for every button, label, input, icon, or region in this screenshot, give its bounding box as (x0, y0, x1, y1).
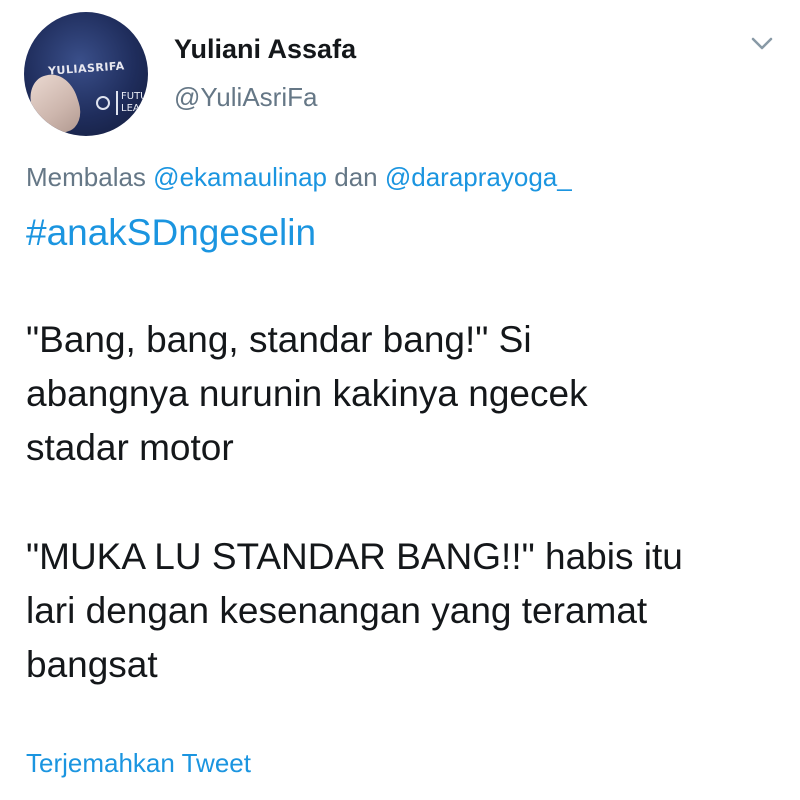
avatar-emblem-icon (96, 96, 110, 110)
author-handle[interactable]: @YuliAsriFa (174, 82, 317, 113)
tweet-line: "MUKA LU STANDAR BANG!!" habis itu (26, 536, 683, 577)
avatar-patch-line2: LEADER (121, 103, 148, 114)
tweet-line: bangsat (26, 644, 158, 685)
avatar-patch-line1: FUTURE (121, 91, 148, 102)
hashtag-link[interactable]: #anakSDngeselin (26, 212, 316, 254)
avatar[interactable]: YULIASRIFA FUTURE LEADER (24, 12, 148, 136)
reply-mention-ekamaulinap[interactable]: @ekamaulinap (153, 162, 327, 192)
tweet-line: abangnya nurunin kakinya ngecek (26, 373, 588, 414)
tweet-line: "Bang, bang, standar bang!" Si (26, 319, 532, 360)
tweet-paragraph-2: "MUKA LU STANDAR BANG!!" habis itu lari … (26, 530, 786, 692)
tweet-line: lari dengan kesenangan yang teramat (26, 590, 648, 631)
chevron-down-icon[interactable] (750, 34, 774, 54)
reply-context: Membalas @ekamaulinap dan @daraprayoga_ (26, 162, 572, 193)
avatar-badge-text: YULIASRIFA (47, 59, 126, 78)
author-display-name[interactable]: Yuliani Assafa (174, 34, 356, 65)
tweet: YULIASRIFA FUTURE LEADER Yuliani Assafa … (0, 0, 800, 800)
reply-joiner: dan (334, 162, 378, 192)
avatar-patch: FUTURE LEADER (116, 91, 148, 115)
tweet-paragraph-1: "Bang, bang, standar bang!" Si abangnya … (26, 313, 786, 475)
tweet-line: stadar motor (26, 427, 234, 468)
reply-prefix: Membalas (26, 162, 146, 192)
translate-tweet-link[interactable]: Terjemahkan Tweet (26, 748, 251, 779)
reply-mention-daraprayoga[interactable]: @daraprayoga_ (385, 162, 572, 192)
avatar-hand (24, 68, 87, 136)
